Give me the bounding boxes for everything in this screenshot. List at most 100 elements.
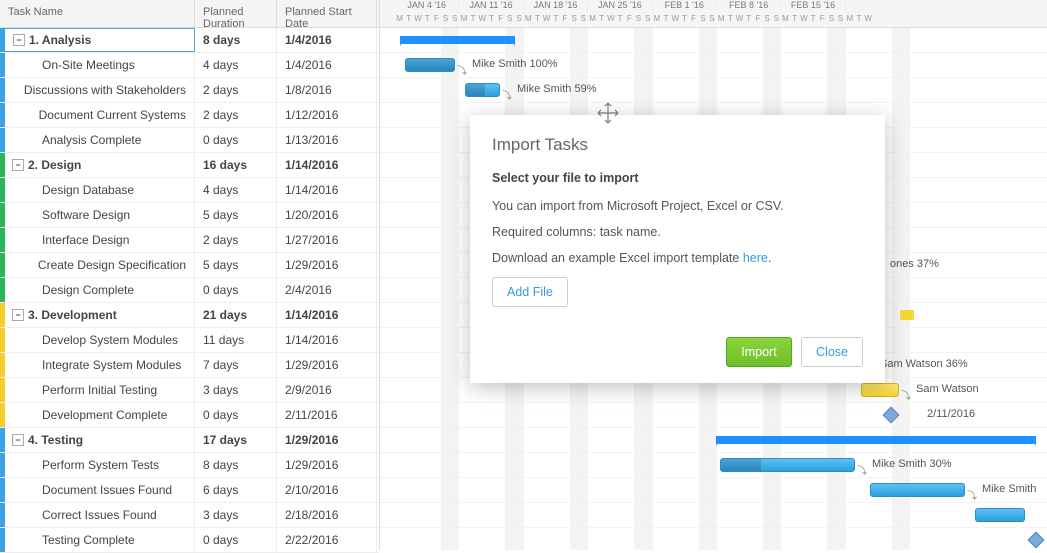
task-name-cell[interactable]: Document Issues Found (0, 478, 195, 502)
start-cell[interactable]: 1/4/2016 (277, 28, 377, 52)
duration-cell[interactable]: 0 days (195, 403, 277, 427)
duration-cell[interactable]: 3 days (195, 378, 277, 402)
duration-cell[interactable]: 16 days (195, 153, 277, 177)
task-row[interactable]: Design Database4 days1/14/2016 (0, 178, 379, 203)
start-cell[interactable]: 2/4/2016 (277, 278, 377, 302)
add-file-button[interactable]: Add File (492, 277, 568, 307)
example-link[interactable]: here (743, 251, 768, 265)
task-name-cell[interactable]: Perform Initial Testing (0, 378, 195, 402)
task-row[interactable]: Discussions with Stakeholders2 days1/8/2… (0, 78, 379, 103)
task-row[interactable]: Analysis Complete0 days1/13/2016 (0, 128, 379, 153)
gantt-row[interactable] (380, 503, 1047, 528)
start-cell[interactable]: 1/14/2016 (277, 153, 377, 177)
duration-cell[interactable]: 2 days (195, 78, 277, 102)
milestone-marker[interactable] (1028, 532, 1045, 549)
task-row[interactable]: Integrate System Modules7 days1/29/2016 (0, 353, 379, 378)
task-row[interactable]: Document Current Systems2 days1/12/2016 (0, 103, 379, 128)
task-row[interactable]: Design Complete0 days2/4/2016 (0, 278, 379, 303)
start-cell[interactable]: 1/14/2016 (277, 303, 377, 327)
task-row[interactable]: −2. Design16 days1/14/2016 (0, 153, 379, 178)
task-name-cell[interactable]: −2. Design (0, 153, 195, 177)
duration-cell[interactable]: 4 days (195, 53, 277, 77)
gantt-row[interactable]: 2/11/2016 (380, 403, 1047, 428)
task-name-cell[interactable]: Analysis Complete (0, 128, 195, 152)
gantt-row[interactable]: ⤵Mike Smith 59% (380, 78, 1047, 103)
task-row[interactable]: −4. Testing17 days1/29/2016 (0, 428, 379, 453)
task-name-cell[interactable]: Create Design Specification (0, 253, 195, 277)
start-cell[interactable]: 1/20/2016 (277, 203, 377, 227)
task-name-cell[interactable]: On-Site Meetings (0, 53, 195, 77)
start-cell[interactable]: 2/18/2016 (277, 503, 377, 527)
duration-cell[interactable]: 11 days (195, 328, 277, 352)
task-bar[interactable]: Mike Smith 100% (405, 58, 455, 72)
milestone-marker[interactable] (883, 407, 900, 424)
duration-cell[interactable]: 0 days (195, 528, 277, 552)
task-row[interactable]: Correct Issues Found3 days2/18/2016 (0, 503, 379, 528)
task-name-cell[interactable]: Testing Complete (0, 528, 195, 552)
task-name-cell[interactable]: Design Database (0, 178, 195, 202)
task-bar[interactable]: Mike Smith (870, 483, 965, 497)
task-row[interactable]: Development Complete0 days2/11/2016 (0, 403, 379, 428)
task-name-cell[interactable]: −4. Testing (0, 428, 195, 452)
task-name-cell[interactable]: Interface Design (0, 228, 195, 252)
task-row[interactable]: Create Design Specification5 days1/29/20… (0, 253, 379, 278)
start-cell[interactable]: 2/10/2016 (277, 478, 377, 502)
task-row[interactable]: −3. Development21 days1/14/2016 (0, 303, 379, 328)
start-cell[interactable]: 1/4/2016 (277, 53, 377, 77)
task-bar[interactable] (975, 508, 1025, 522)
task-name-cell[interactable]: Correct Issues Found (0, 503, 195, 527)
task-row[interactable]: Document Issues Found6 days2/10/2016 (0, 478, 379, 503)
task-name-cell[interactable]: Design Complete (0, 278, 195, 302)
start-cell[interactable]: 1/29/2016 (277, 353, 377, 377)
start-cell[interactable]: 1/14/2016 (277, 328, 377, 352)
duration-cell[interactable]: 21 days (195, 303, 277, 327)
task-bar[interactable]: Mike Smith 59% (465, 83, 500, 97)
duration-cell[interactable]: 5 days (195, 253, 277, 277)
task-name-cell[interactable]: Perform System Tests (0, 453, 195, 477)
start-cell[interactable]: 1/27/2016 (277, 228, 377, 252)
summary-bar[interactable] (716, 436, 1036, 444)
task-name-cell[interactable]: −3. Development (0, 303, 195, 327)
start-cell[interactable]: 1/29/2016 (277, 453, 377, 477)
task-row[interactable]: −1. Analysis8 days1/4/2016 (0, 28, 379, 53)
start-cell[interactable]: 1/12/2016 (277, 103, 377, 127)
task-name-cell[interactable]: Develop System Modules (0, 328, 195, 352)
duration-cell[interactable]: 7 days (195, 353, 277, 377)
duration-cell[interactable]: 0 days (195, 128, 277, 152)
collapse-icon[interactable]: − (12, 434, 24, 446)
start-cell[interactable]: 1/14/2016 (277, 178, 377, 202)
duration-cell[interactable]: 8 days (195, 28, 277, 52)
col-header-start[interactable]: Planned Start Date (277, 0, 377, 27)
gantt-row[interactable] (380, 28, 1047, 53)
start-cell[interactable]: 1/13/2016 (277, 128, 377, 152)
task-name-cell[interactable]: Software Design (0, 203, 195, 227)
move-icon[interactable] (595, 100, 621, 132)
start-cell[interactable]: 1/29/2016 (277, 253, 377, 277)
gantt-row[interactable]: ⤵Mike Smith 30% (380, 453, 1047, 478)
summary-bar[interactable] (400, 36, 515, 44)
duration-cell[interactable]: 17 days (195, 428, 277, 452)
task-row[interactable]: Perform System Tests8 days1/29/2016 (0, 453, 379, 478)
task-row[interactable]: On-Site Meetings4 days1/4/2016 (0, 53, 379, 78)
import-button[interactable]: Import (726, 337, 791, 367)
duration-cell[interactable]: 4 days (195, 178, 277, 202)
duration-cell[interactable]: 8 days (195, 453, 277, 477)
task-bar[interactable]: Mike Smith 30% (720, 458, 855, 472)
duration-cell[interactable]: 2 days (195, 228, 277, 252)
duration-cell[interactable]: 6 days (195, 478, 277, 502)
col-header-name[interactable]: Task Name (0, 0, 195, 27)
collapse-icon[interactable]: − (13, 34, 25, 46)
duration-cell[interactable]: 3 days (195, 503, 277, 527)
duration-cell[interactable]: 5 days (195, 203, 277, 227)
task-name-cell[interactable]: Integrate System Modules (0, 353, 195, 377)
duration-cell[interactable]: 0 days (195, 278, 277, 302)
gantt-row[interactable]: ⤵Mike Smith (380, 478, 1047, 503)
task-row[interactable]: Perform Initial Testing3 days2/9/2016 (0, 378, 379, 403)
task-name-cell[interactable]: Development Complete (0, 403, 195, 427)
start-cell[interactable]: 1/8/2016 (277, 78, 377, 102)
collapse-icon[interactable]: − (12, 159, 24, 171)
task-row[interactable]: Interface Design2 days1/27/2016 (0, 228, 379, 253)
task-row[interactable]: Software Design5 days1/20/2016 (0, 203, 379, 228)
gantt-row[interactable]: ⤵Mike Smith 100% (380, 53, 1047, 78)
task-row[interactable]: Develop System Modules11 days1/14/2016 (0, 328, 379, 353)
